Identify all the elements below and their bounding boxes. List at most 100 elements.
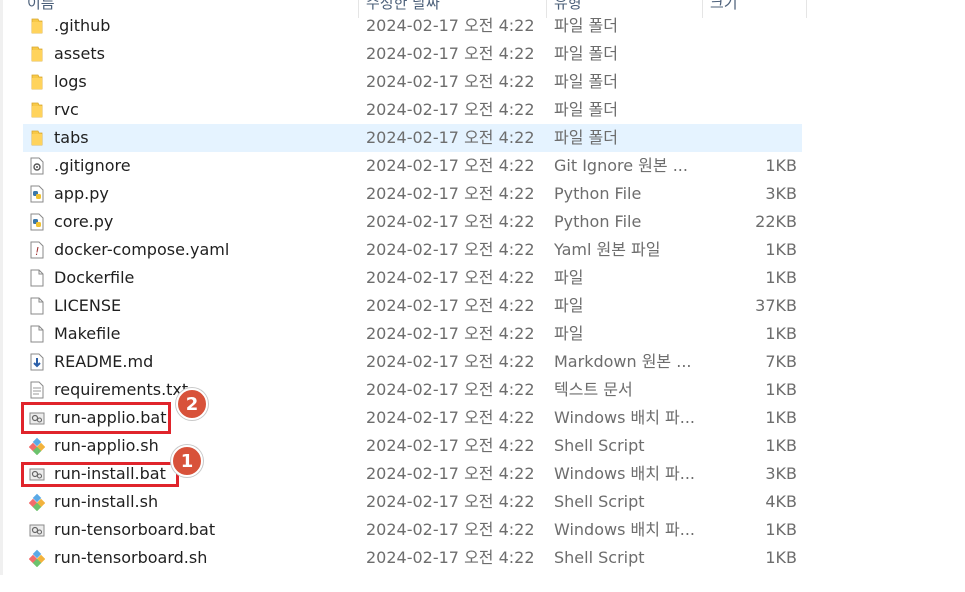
folder-icon (29, 45, 45, 63)
folder-icon (29, 73, 45, 91)
file-date: 2024-02-17 오전 4:22 (366, 520, 535, 539)
file-row-assets[interactable]: assets 2024-02-17 오전 4:22 파일 폴더 (23, 40, 802, 68)
shell-script-icon (28, 437, 46, 456)
shell-script-icon (28, 493, 46, 512)
file-size: 1KB (765, 324, 797, 343)
svg-text:!: ! (35, 245, 39, 258)
config-file-icon (29, 157, 45, 175)
file-date: 2024-02-17 오전 4:22 (366, 100, 535, 119)
file-row-rvc[interactable]: rvc 2024-02-17 오전 4:22 파일 폴더 (23, 96, 802, 124)
file-date: 2024-02-17 오전 4:22 (366, 44, 535, 63)
file-row-requirements-txt[interactable]: requirements.txt 2024-02-17 오전 4:22 텍스트 문서… (23, 376, 802, 404)
file-size: 3KB (765, 464, 797, 483)
file-size: 1KB (765, 548, 797, 567)
column-divider[interactable] (806, 0, 807, 18)
file-date: 2024-02-17 오전 4:22 (366, 380, 535, 399)
file-name: requirements.txt (54, 380, 189, 399)
file-date: 2024-02-17 오전 4:22 (366, 352, 535, 371)
file-type: Yaml 원본 파일 (554, 240, 661, 259)
file-type: Python File (554, 184, 642, 203)
file-date: 2024-02-17 오전 4:22 (366, 128, 535, 147)
file-row-docker-compose-yaml[interactable]: ! docker-compose.yaml 2024-02-17 오전 4:22 Ya… (23, 236, 802, 264)
file-date: 2024-02-17 오전 4:22 (366, 184, 535, 203)
file-date: 2024-02-17 오전 4:22 (366, 16, 535, 35)
file-date: 2024-02-17 오전 4:22 (366, 492, 535, 511)
file-size: 1KB (765, 380, 797, 399)
file-name: app.py (54, 184, 109, 203)
highlight-box-run-applio (21, 402, 171, 434)
file-row-license[interactable]: LICENSE 2024-02-17 오전 4:22 파일 37KB (23, 292, 802, 320)
highlight-box-run-install (21, 462, 179, 487)
file-type: Windows 배치 파... (554, 408, 696, 427)
file-name: rvc (54, 100, 79, 119)
markdown-file-icon (29, 353, 45, 371)
file-row-run-tensorboard-sh[interactable]: run-tensorboard.sh 2024-02-17 오전 4:22 Shel… (23, 544, 802, 572)
file-row-github[interactable]: .github 2024-02-17 오전 4:22 파일 폴더 (23, 12, 802, 40)
file-name: docker-compose.yaml (54, 240, 230, 259)
file-name: LICENSE (54, 296, 122, 315)
file-date: 2024-02-17 오전 4:22 (366, 324, 535, 343)
file-name: Dockerfile (54, 268, 135, 287)
file-date: 2024-02-17 오전 4:22 (366, 240, 535, 259)
file-date: 2024-02-17 오전 4:22 (366, 464, 535, 483)
file-name: run-tensorboard.sh (54, 548, 208, 567)
file-name: .github (54, 16, 111, 35)
file-name: tabs (54, 128, 89, 147)
file-size: 3KB (765, 184, 797, 203)
file-row-makefile[interactable]: Makefile 2024-02-17 오전 4:22 파일 1KB (23, 320, 802, 348)
file-type: 파일 폴더 (554, 72, 618, 91)
file-size: 1KB (765, 240, 797, 259)
file-date: 2024-02-17 오전 4:22 (366, 212, 535, 231)
file-type: Windows 배치 파... (554, 464, 696, 483)
file-type: 파일 폴더 (554, 44, 618, 63)
file-type: Python File (554, 212, 642, 231)
step-badge-1: 1 (171, 445, 203, 477)
file-date: 2024-02-17 오전 4:22 (366, 436, 535, 455)
python-file-icon (29, 185, 45, 203)
file-row-run-applio-sh[interactable]: run-applio.sh 2024-02-17 오전 4:22 Shell Scr… (23, 432, 802, 460)
file-type: Git Ignore 원본 ... (554, 156, 688, 175)
blank-file-icon (29, 297, 45, 315)
file-size: 22KB (755, 212, 797, 231)
file-date: 2024-02-17 오전 4:22 (366, 72, 535, 91)
yaml-file-icon: ! (29, 241, 45, 259)
file-row-run-tensorboard-bat[interactable]: run-tensorboard.bat 2024-02-17 오전 4:22 Win… (23, 516, 802, 544)
python-file-icon (29, 213, 45, 231)
file-size: 1KB (765, 436, 797, 455)
file-row-dockerfile[interactable]: Dockerfile 2024-02-17 오전 4:22 파일 1KB (23, 264, 802, 292)
file-row-app-py[interactable]: app.py 2024-02-17 오전 4:22 Python File 3KB (23, 180, 802, 208)
file-type: 파일 (554, 296, 584, 315)
file-type: Shell Script (554, 436, 645, 455)
shell-script-icon (28, 549, 46, 568)
file-name: run-applio.sh (54, 436, 159, 455)
file-name: run-install.sh (54, 492, 159, 511)
file-name: core.py (54, 212, 114, 231)
file-row-tabs[interactable]: tabs 2024-02-17 오전 4:22 파일 폴더 (23, 124, 802, 152)
folder-icon (29, 17, 45, 35)
step-badge-2: 2 (176, 388, 208, 420)
file-type: Windows 배치 파... (554, 520, 696, 539)
file-row-readme-md[interactable]: README.md 2024-02-17 오전 4:22 Markdown 원본 .… (23, 348, 802, 376)
file-name: run-tensorboard.bat (54, 520, 216, 539)
batch-file-icon (29, 521, 45, 539)
blank-file-icon (29, 269, 45, 287)
file-name: README.md (54, 352, 154, 371)
file-size: 1KB (765, 520, 797, 539)
folder-icon (29, 129, 45, 147)
file-type: 파일 폴더 (554, 128, 618, 147)
file-type: Shell Script (554, 548, 645, 567)
file-type: 파일 (554, 324, 584, 343)
file-row-gitignore[interactable]: .gitignore 2024-02-17 오전 4:22 Git Ignore 원… (23, 152, 802, 180)
file-row-run-install-sh[interactable]: run-install.sh 2024-02-17 오전 4:22 Shell Sc… (23, 488, 802, 516)
file-name: .gitignore (54, 156, 131, 175)
folder-icon (29, 101, 45, 119)
file-size: 1KB (765, 156, 797, 175)
file-name: assets (54, 44, 105, 63)
file-date: 2024-02-17 오전 4:22 (366, 408, 535, 427)
file-type: 파일 폴더 (554, 100, 618, 119)
file-row-core-py[interactable]: core.py 2024-02-17 오전 4:22 Python File 22KB (23, 208, 802, 236)
file-date: 2024-02-17 오전 4:22 (366, 156, 535, 175)
file-date: 2024-02-17 오전 4:22 (366, 296, 535, 315)
file-row-logs[interactable]: logs 2024-02-17 오전 4:22 파일 폴더 (23, 68, 802, 96)
file-type: 파일 폴더 (554, 16, 618, 35)
